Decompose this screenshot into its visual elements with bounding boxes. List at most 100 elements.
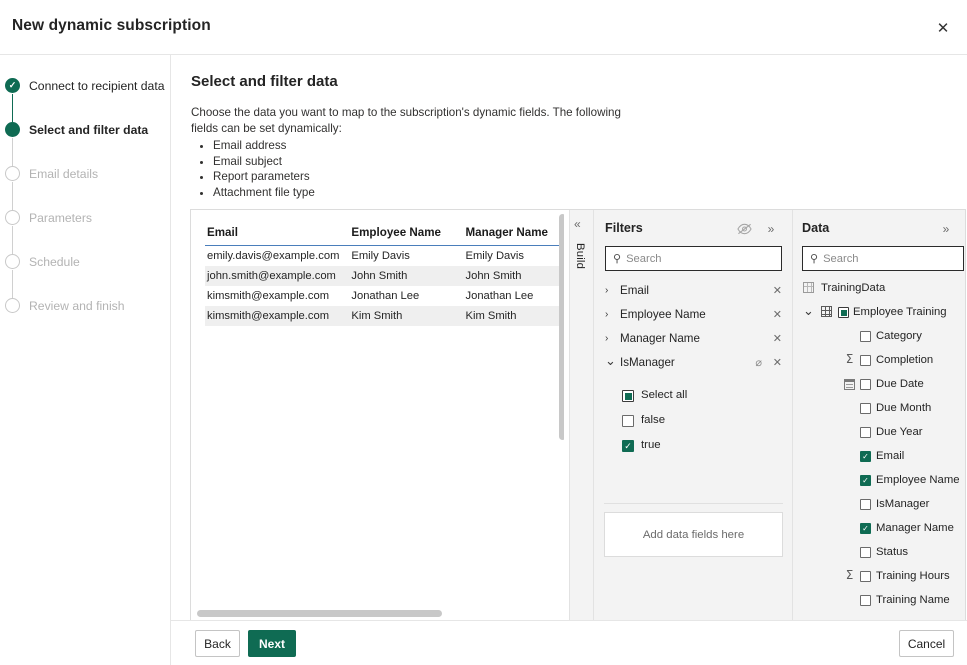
chevron-right-icon[interactable]: › — [605, 309, 616, 320]
step-complete-icon: ✓ — [5, 78, 20, 93]
field-checkbox-icon[interactable] — [860, 403, 871, 414]
data-field-label: Training Hours — [876, 570, 950, 582]
close-icon[interactable]: ✕ — [927, 13, 959, 43]
field-checkbox-icon[interactable] — [860, 499, 871, 510]
field-checkbox-icon[interactable] — [860, 451, 871, 462]
data-chevron-double-right-icon[interactable]: » — [937, 220, 955, 238]
field-checkbox-icon[interactable] — [860, 547, 871, 558]
description-text: Choose the data you want to map to the s… — [191, 106, 621, 135]
field-checkbox-icon[interactable] — [860, 571, 871, 582]
table-row[interactable]: kimsmith@example.comJonathan LeeJonathan… — [205, 286, 564, 306]
filter-value-select-all[interactable]: Select all — [594, 386, 793, 410]
data-field-manager-name[interactable]: Manager Name — [793, 518, 966, 542]
data-field-training-name[interactable]: Training Name — [793, 590, 966, 614]
wizard-step-connect-to-recipient-data[interactable]: ✓Connect to recipient data — [0, 67, 171, 111]
table-horizontal-scrollbar[interactable] — [197, 610, 442, 617]
filter-name: IsManager — [620, 356, 675, 369]
remove-filter-icon[interactable]: ✕ — [773, 308, 782, 321]
filter-value-label: Select all — [641, 389, 687, 401]
data-field-label: Category — [876, 330, 922, 342]
filter-card-email[interactable]: › Email ✕ — [594, 280, 793, 304]
step-bullet-icon — [5, 122, 20, 137]
data-field-email[interactable]: Email — [793, 446, 966, 470]
dynamic-field-item: Email address — [213, 138, 641, 154]
data-field-training-hours[interactable]: ΣTraining Hours — [793, 566, 966, 590]
filter-card-ismanager[interactable]: ⌄ IsManager ✕ ⌀ — [594, 352, 793, 376]
chevron-right-icon[interactable]: › — [605, 285, 616, 296]
data-table-name: Employee Training — [853, 306, 947, 318]
filter-card-manager-name[interactable]: ›Manager Name✕ — [594, 328, 793, 352]
data-field-employee-name[interactable]: Employee Name — [793, 470, 966, 494]
data-model-row[interactable]: TrainingData — [793, 278, 966, 302]
table-row[interactable]: kimsmith@example.comKim SmithKim Smith — [205, 306, 564, 326]
field-checkbox-icon[interactable] — [860, 595, 871, 606]
table-row[interactable]: john.smith@example.comJohn SmithJohn Smi… — [205, 266, 564, 286]
field-checkbox-icon[interactable] — [860, 427, 871, 438]
main-content: Select and filter data Choose the data y… — [171, 55, 967, 665]
data-field-due-date[interactable]: Due Date — [793, 374, 966, 398]
remove-filter-icon[interactable]: ✕ — [773, 332, 782, 345]
checkbox-icon[interactable] — [622, 440, 634, 452]
data-field-due-year[interactable]: Due Year — [793, 422, 966, 446]
clear-filter-eraser-icon[interactable]: ⌀ — [755, 356, 762, 369]
data-field-due-month[interactable]: Due Month — [793, 398, 966, 422]
next-button[interactable]: Next — [248, 630, 296, 657]
filters-search-input[interactable]: ⚲ Search — [605, 246, 782, 271]
checkbox-icon[interactable] — [622, 415, 634, 427]
data-field-label: Completion — [876, 354, 933, 366]
eye-slash-icon[interactable] — [735, 220, 753, 238]
data-model-name: TrainingData — [821, 282, 885, 294]
build-pane-collapsed[interactable]: « Build — [569, 210, 594, 622]
wizard-step-parameters[interactable]: Parameters — [0, 199, 171, 243]
wizard-step-label: Review and finish — [29, 299, 125, 313]
data-field-label: Employee Name — [876, 474, 960, 486]
data-field-label: IsManager — [876, 498, 929, 510]
add-data-fields-dropzone[interactable]: Add data fields here — [604, 512, 783, 557]
data-field-ismanager[interactable]: IsManager — [793, 494, 966, 518]
table-vertical-scrollbar[interactable] — [559, 214, 564, 440]
chevron-down-icon[interactable]: ⌄ — [803, 303, 814, 319]
filter-value-true[interactable]: true — [594, 436, 793, 460]
filters-pane: Filters » ⚲ Search ›Email✕›Employee Name — [594, 210, 793, 622]
field-checkbox-icon[interactable] — [860, 331, 871, 342]
data-field-completion[interactable]: ΣCompletion — [793, 350, 966, 374]
table-cell: Kim Smith — [349, 306, 463, 326]
data-search-input[interactable]: ⚲ Search — [802, 246, 964, 271]
remove-filter-icon[interactable]: ✕ — [773, 356, 782, 369]
wizard-step-schedule[interactable]: Schedule — [0, 243, 171, 287]
data-table-row[interactable]: ⌄ Employee Training — [793, 302, 966, 326]
field-checkbox-icon[interactable] — [860, 355, 871, 366]
checkbox-icon[interactable] — [622, 390, 634, 402]
table-column-header[interactable]: Manager Name — [464, 222, 565, 246]
wizard-step-email-details[interactable]: Email details — [0, 155, 171, 199]
wizard-step-label: Select and filter data — [29, 123, 148, 137]
chevron-down-icon[interactable]: ⌄ — [605, 353, 616, 369]
remove-filter-icon[interactable]: ✕ — [773, 284, 782, 297]
cancel-button[interactable]: Cancel — [899, 630, 954, 657]
filter-name: Email — [620, 284, 649, 297]
table-cell: Jonathan Lee — [349, 286, 463, 306]
data-field-status[interactable]: Status — [793, 542, 966, 566]
dialog-titlebar: New dynamic subscription ✕ — [0, 0, 967, 55]
data-preview-table-area: EmailEmployee NameManager Name emily.dav… — [191, 210, 564, 622]
chevron-double-left-icon[interactable]: « — [574, 217, 581, 231]
data-field-category[interactable]: Category — [793, 326, 966, 350]
table-column-header[interactable]: Email — [205, 222, 349, 246]
field-checkbox-icon[interactable] — [860, 379, 871, 390]
data-search-icon: ⚲ — [810, 252, 818, 265]
field-checkbox-icon[interactable] — [860, 475, 871, 486]
filter-card-employee-name[interactable]: ›Employee Name✕ — [594, 304, 793, 328]
wizard-step-select-and-filter-data[interactable]: Select and filter data — [0, 111, 171, 155]
chevron-double-right-icon[interactable]: » — [762, 220, 780, 238]
step-bullet-icon — [5, 166, 20, 181]
filter-value-false[interactable]: false — [594, 411, 793, 435]
table-column-header[interactable]: Employee Name — [349, 222, 463, 246]
table-checkbox-icon[interactable] — [838, 307, 849, 318]
field-checkbox-icon[interactable] — [860, 523, 871, 534]
back-button[interactable]: Back — [195, 630, 240, 657]
table-cell: Jonathan Lee — [464, 286, 565, 306]
dynamic-fields-list: Email addressEmail subjectReport paramet… — [191, 138, 641, 200]
table-row[interactable]: emily.davis@example.comEmily DavisEmily … — [205, 246, 564, 267]
wizard-step-review-and-finish[interactable]: Review and finish — [0, 287, 171, 331]
chevron-right-icon[interactable]: › — [605, 333, 616, 344]
